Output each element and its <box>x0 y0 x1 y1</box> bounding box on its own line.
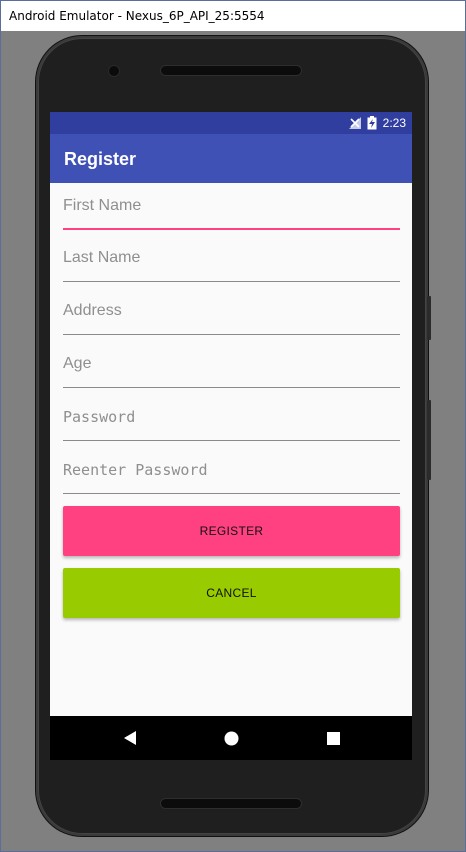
status-bar: 2:23 <box>50 112 412 134</box>
page-title: Register <box>64 149 137 169</box>
window-title: Android Emulator - Nexus_6P_API_25:5554 <box>9 9 265 23</box>
password-underline <box>63 440 400 441</box>
age-input[interactable] <box>63 344 400 384</box>
status-time: 2:23 <box>382 116 406 130</box>
signal-off-icon <box>348 116 362 130</box>
back-icon <box>123 730 137 746</box>
age-field[interactable] <box>63 344 400 388</box>
top-speaker <box>161 66 301 75</box>
recents-icon <box>326 731 340 745</box>
power-button[interactable] <box>427 296 431 340</box>
cancel-button[interactable]: CANCEL <box>63 568 400 618</box>
first-name-underline <box>63 228 400 230</box>
password-field[interactable] <box>63 397 400 441</box>
status-icons: 2:23 <box>348 116 406 130</box>
last-name-underline <box>63 281 400 282</box>
bottom-speaker <box>161 799 301 808</box>
reenter-password-field[interactable] <box>63 450 400 494</box>
address-input[interactable] <box>63 291 400 331</box>
recents-button[interactable] <box>303 716 363 760</box>
password-input[interactable] <box>63 397 400 437</box>
address-underline <box>63 334 400 335</box>
back-button[interactable] <box>100 716 160 760</box>
address-field[interactable] <box>63 291 400 335</box>
register-button[interactable]: REGISTER <box>63 506 400 556</box>
first-name-field[interactable] <box>63 186 400 230</box>
front-camera <box>109 66 119 76</box>
last-name-input[interactable] <box>63 238 400 278</box>
home-button[interactable] <box>201 716 261 760</box>
window-titlebar[interactable]: Android Emulator - Nexus_6P_API_25:5554 <box>1 1 465 31</box>
first-name-input[interactable] <box>63 186 400 226</box>
last-name-field[interactable] <box>63 238 400 282</box>
reenter-password-underline <box>63 493 400 494</box>
age-underline <box>63 387 400 388</box>
device-screen: 2:23 Register REGISTER CANCEL <box>50 112 412 760</box>
volume-button[interactable] <box>427 400 431 480</box>
navigation-bar <box>50 716 412 760</box>
app-bar: Register <box>50 134 412 183</box>
battery-charging-icon <box>367 116 377 130</box>
home-icon <box>224 731 239 746</box>
reenter-password-input[interactable] <box>63 450 400 490</box>
